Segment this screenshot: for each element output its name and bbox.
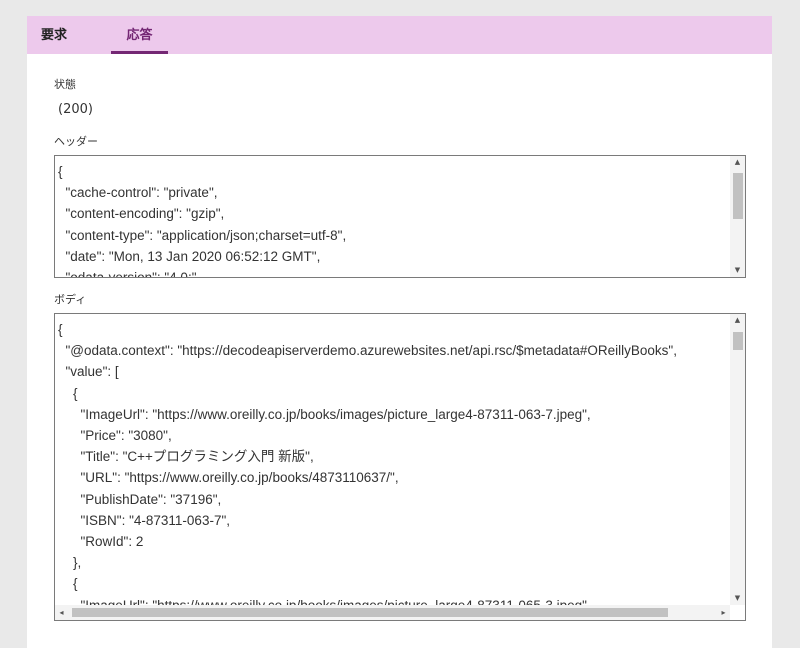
scroll-down-arrow-icon[interactable]: ▼	[730, 264, 745, 277]
scroll-up-arrow-icon[interactable]: ▲	[730, 156, 745, 169]
scroll-right-arrow-icon[interactable]: ▸	[717, 605, 730, 620]
body-horizontal-scroll-thumb[interactable]	[72, 608, 668, 617]
headers-scroll-thumb[interactable]	[733, 173, 743, 219]
tab-response[interactable]: 応答	[111, 16, 168, 54]
body-horizontal-scrollbar[interactable]: ◂ ▸	[55, 605, 730, 620]
tab-request[interactable]: 要求	[41, 16, 75, 54]
status-label: 状態	[54, 78, 76, 91]
headers-label: ヘッダー	[54, 135, 98, 148]
scroll-up-arrow-icon[interactable]: ▲	[730, 314, 745, 327]
scroll-down-arrow-icon[interactable]: ▼	[730, 592, 745, 605]
tab-bar: 要求 応答	[27, 16, 772, 54]
body-vertical-scroll-thumb[interactable]	[733, 332, 743, 350]
body-label: ボディ	[54, 293, 87, 306]
tab-response-label: 応答	[126, 28, 153, 43]
tab-active-indicator	[111, 51, 168, 54]
status-value: (200)	[58, 102, 93, 117]
response-panel: 要求 応答 状態 (200) ヘッダー { "cache-control": "…	[27, 16, 772, 648]
body-content: { "@odata.context": "https://decodeapise…	[58, 322, 677, 613]
scroll-left-arrow-icon[interactable]: ◂	[55, 605, 68, 620]
headers-content: { "cache-control": "private", "content-e…	[58, 164, 347, 278]
headers-textarea[interactable]: { "cache-control": "private", "content-e…	[54, 155, 746, 278]
headers-vertical-scrollbar[interactable]: ▲ ▼	[730, 156, 745, 277]
body-textarea[interactable]: { "@odata.context": "https://decodeapise…	[54, 313, 746, 621]
body-vertical-scrollbar[interactable]: ▲ ▼	[730, 314, 745, 605]
